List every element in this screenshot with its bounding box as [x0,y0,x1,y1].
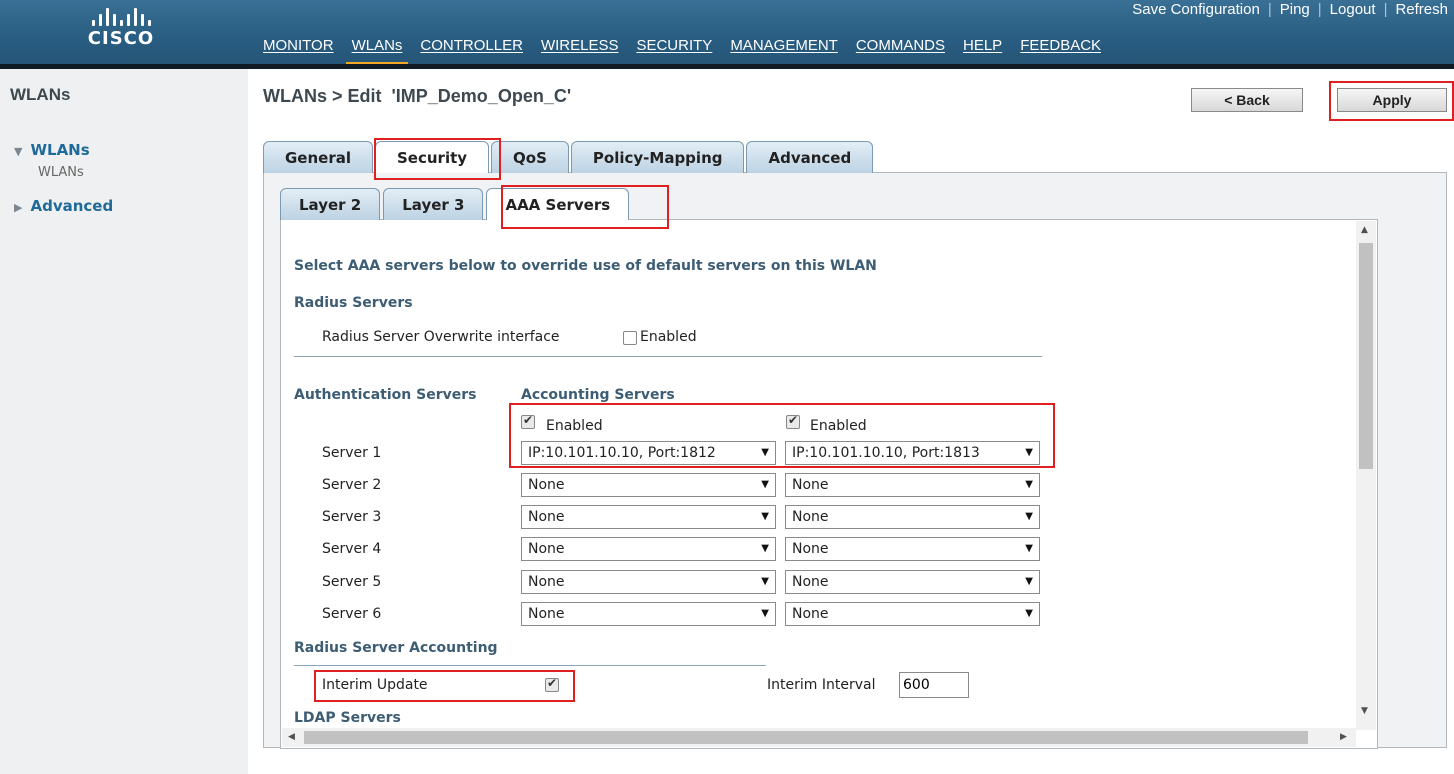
wlan-tabs: General Security QoS Policy-Mapping Adva… [263,141,875,173]
nav-management[interactable]: MANAGEMENT [730,37,838,54]
nav-feedback[interactable]: FEEDBACK [1020,37,1101,54]
tab-policy-mapping[interactable]: Policy-Mapping [570,141,745,173]
server-6-auth-select[interactable]: None ▼ [521,602,776,626]
triangle-down-icon: ▼ [14,145,23,158]
server-5-auth-select[interactable]: None ▼ [521,570,776,594]
top-header: CISCO Save Configuration | Ping | Logout… [0,0,1454,66]
nav-commands[interactable]: COMMANDS [856,37,945,54]
server-3-acct-select[interactable]: None ▼ [785,505,1040,529]
subtab-aaa-servers[interactable]: AAA Servers [486,188,630,220]
subtab-layer-2[interactable]: Layer 2 [280,188,381,220]
sidebar: WLANs ▼ WLANs WLANs ▶ Advanced [0,69,248,774]
server-2-label: Server 2 [322,477,382,493]
tab-security[interactable]: Security [375,141,490,173]
sidebar-title: WLANs [10,85,71,104]
nav-wireless[interactable]: WIRELESS [541,37,619,54]
divider [294,356,1042,357]
page-title: WLANs > Edit 'IMP_Demo_Open_C' [263,86,572,106]
scroll-down-icon[interactable]: ▼ [1361,706,1368,716]
overwrite-interface-checkbox[interactable] [623,331,637,345]
dropdown-arrow-icon: ▼ [1025,447,1033,458]
accounting-servers-header: Accounting Servers [521,387,675,403]
triangle-right-icon: ▶ [14,201,23,214]
acct-enabled-checkbox[interactable] [786,413,800,429]
radius-server-accounting-header: Radius Server Accounting [294,640,498,656]
server-1-label: Server 1 [322,445,382,461]
server-4-auth-select[interactable]: None ▼ [521,537,776,561]
dropdown-arrow-icon: ▼ [761,479,769,490]
server-2-acct-select[interactable]: None ▼ [785,473,1040,497]
dropdown-arrow-icon: ▼ [761,543,769,554]
vertical-scroll-thumb[interactable] [1359,243,1373,469]
dropdown-arrow-icon: ▼ [761,511,769,522]
server-4-acct-select[interactable]: None ▼ [785,537,1040,561]
sidebar-item-label: Advanced [30,197,114,215]
nav-security[interactable]: SECURITY [636,37,712,54]
interim-update-label: Interim Update [322,677,428,693]
overwrite-interface-label: Radius Server Overwrite interface [322,329,560,345]
server-2-auth-select[interactable]: None ▼ [521,473,776,497]
scroll-up-icon[interactable]: ▲ [1361,225,1368,235]
vertical-scrollbar[interactable]: ▲ ▼ [1356,221,1376,730]
cisco-logo: CISCO [76,6,166,52]
tab-general[interactable]: General [263,141,373,173]
divider [294,665,766,666]
horizontal-scrollbar[interactable]: ◀ ▶ [282,728,1356,747]
sidebar-item-label: WLANs [30,141,90,159]
tab-advanced[interactable]: Advanced [746,141,874,173]
dropdown-arrow-icon: ▼ [1025,608,1033,619]
auth-enabled-label: Enabled [546,418,603,434]
server-3-label: Server 3 [322,509,382,525]
nav-monitor[interactable]: MONITOR [263,37,334,54]
server-5-label: Server 5 [322,574,382,590]
sidebar-subitem-wlans[interactable]: WLANs [38,165,84,180]
security-subtabs: Layer 2 Layer 3 AAA Servers [280,188,632,220]
server-1-auth-select[interactable]: IP:10.101.10.10, Port:1812 ▼ [521,441,776,465]
acct-enabled-label: Enabled [810,418,867,434]
nav-help[interactable]: HELP [963,37,1002,54]
save-configuration-link[interactable]: Save Configuration [1132,1,1260,18]
sidebar-item-advanced[interactable]: ▶ Advanced [14,197,113,215]
nav-controller[interactable]: CONTROLLER [420,37,523,54]
dropdown-arrow-icon: ▼ [1025,543,1033,554]
back-button[interactable]: < Back [1191,88,1303,112]
authentication-servers-header: Authentication Servers [294,387,477,403]
scroll-left-icon[interactable]: ◀ [288,732,295,742]
interim-interval-label: Interim Interval [767,677,876,693]
main-nav: MONITOR WLANs CONTROLLER WIRELESS SECURI… [263,37,1119,66]
interim-update-checkbox[interactable] [545,676,559,692]
server-1-acct-select[interactable]: IP:10.101.10.10, Port:1813 ▼ [785,441,1040,465]
dropdown-arrow-icon: ▼ [761,608,769,619]
ping-link[interactable]: Ping [1280,1,1310,18]
server-3-auth-select[interactable]: None ▼ [521,505,776,529]
refresh-link[interactable]: Refresh [1395,1,1448,18]
sidebar-item-wlans[interactable]: ▼ WLANs [14,141,90,159]
dropdown-arrow-icon: ▼ [761,576,769,587]
logo-word: CISCO [87,28,155,49]
radius-servers-header: Radius Servers [294,295,413,311]
logout-link[interactable]: Logout [1330,1,1376,18]
dropdown-arrow-icon: ▼ [1025,479,1033,490]
subtab-layer-3[interactable]: Layer 3 [383,188,484,220]
dropdown-arrow-icon: ▼ [1025,576,1033,587]
scroll-right-icon[interactable]: ▶ [1340,732,1347,742]
apply-button[interactable]: Apply [1337,88,1447,112]
ldap-servers-header: LDAP Servers [294,710,401,726]
aaa-intro: Select AAA servers below to override use… [294,258,877,274]
top-links: Save Configuration | Ping | Logout | Ref… [1132,1,1448,18]
server-6-label: Server 6 [322,606,382,622]
tab-qos[interactable]: QoS [491,141,569,173]
dropdown-arrow-icon: ▼ [761,447,769,458]
cisco-bars-icon [76,6,166,26]
auth-enabled-checkbox[interactable] [521,413,535,429]
dropdown-arrow-icon: ▼ [1025,511,1033,522]
interim-interval-input[interactable] [899,672,969,698]
server-6-acct-select[interactable]: None ▼ [785,602,1040,626]
server-4-label: Server 4 [322,541,382,557]
nav-wlans[interactable]: WLANs [345,37,409,66]
horizontal-scroll-thumb[interactable] [304,731,1308,744]
server-5-acct-select[interactable]: None ▼ [785,570,1040,594]
overwrite-enabled-label: Enabled [640,329,697,345]
